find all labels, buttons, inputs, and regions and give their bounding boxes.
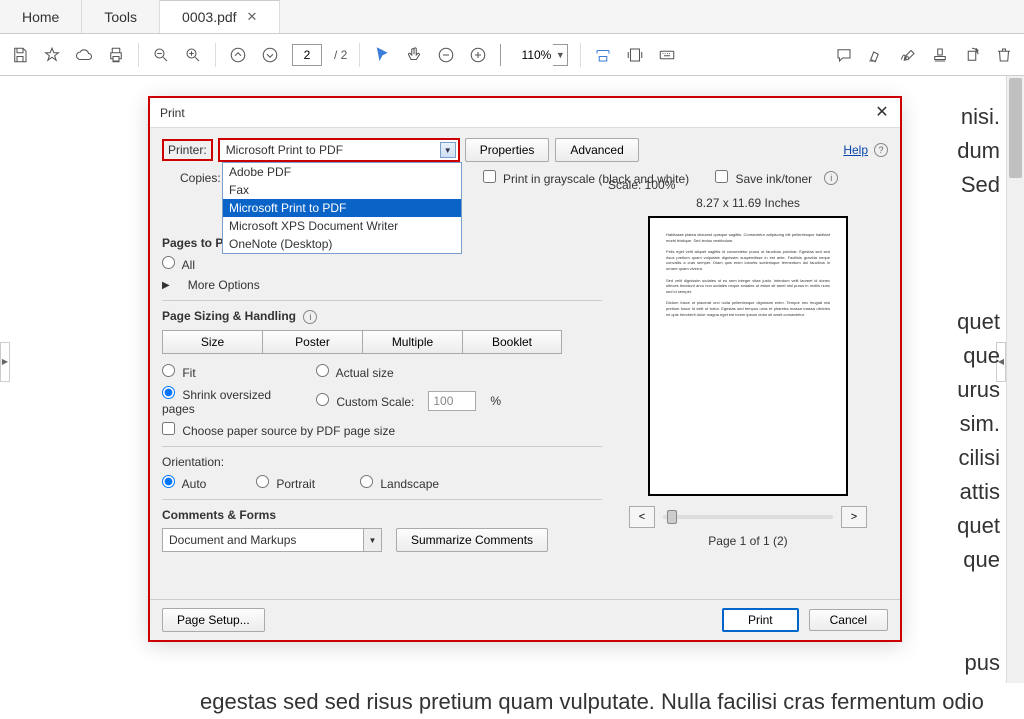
chevron-down-icon[interactable]: ▼ — [553, 50, 567, 60]
separator — [215, 43, 216, 67]
preview-page-counter: Page 1 of 1 (2) — [608, 534, 888, 548]
fit-width-icon[interactable] — [593, 45, 613, 65]
printer-option-xps[interactable]: Microsoft XPS Document Writer — [223, 217, 461, 235]
printer-option-mspdf[interactable]: Microsoft Print to PDF — [223, 199, 461, 217]
size-button[interactable]: Size — [162, 330, 262, 354]
actual-size-radio[interactable]: Actual size — [316, 364, 394, 380]
multiple-button[interactable]: Multiple — [362, 330, 462, 354]
star-icon[interactable] — [42, 45, 62, 65]
hand-icon[interactable] — [404, 45, 424, 65]
dimensions-label: 8.27 x 11.69 Inches — [608, 196, 888, 210]
help-link[interactable]: Help — [843, 143, 868, 157]
left-panel-toggle[interactable]: ▶ — [0, 342, 10, 382]
fit-radio[interactable]: Fit — [162, 364, 302, 380]
delete-icon[interactable] — [994, 45, 1014, 65]
print-icon[interactable] — [106, 45, 126, 65]
printer-dropdown[interactable]: Microsoft Print to PDF ▼ — [219, 139, 459, 161]
printer-dropdown-list: Adobe PDF Fax Microsoft Print to PDF Mic… — [222, 162, 462, 254]
preview-next-button[interactable]: > — [841, 506, 867, 528]
page-sizing-heading: Page Sizing & Handling — [162, 309, 296, 323]
save-icon[interactable] — [10, 45, 30, 65]
close-icon[interactable]: ✕ — [872, 102, 892, 122]
orientation-portrait-radio[interactable]: Portrait — [256, 475, 346, 491]
app-tabs: Home Tools 0003.pdf ✕ — [0, 0, 1024, 34]
tab-home[interactable]: Home — [0, 0, 82, 33]
toolbar: / 2 ▼ — [0, 34, 1024, 76]
printer-option-onenote[interactable]: OneNote (Desktop) — [223, 235, 461, 253]
minus-icon[interactable] — [436, 45, 456, 65]
printer-option-adobe[interactable]: Adobe PDF — [223, 163, 461, 181]
separator — [359, 43, 360, 67]
separator — [580, 43, 581, 67]
page-number-input[interactable] — [292, 44, 322, 66]
custom-scale-radio[interactable]: Custom Scale: — [316, 393, 414, 409]
printer-option-fax[interactable]: Fax — [223, 181, 461, 199]
comments-combo[interactable]: Document and Markups ▼ — [162, 528, 382, 552]
fit-page-icon[interactable] — [625, 45, 645, 65]
zoom-out-icon[interactable] — [151, 45, 171, 65]
dialog-title-text: Print — [160, 106, 185, 120]
cloud-icon[interactable] — [74, 45, 94, 65]
chevron-down-icon[interactable]: ▼ — [440, 142, 456, 158]
info-icon[interactable]: i — [303, 310, 317, 324]
page-up-icon[interactable] — [228, 45, 248, 65]
separator — [138, 43, 139, 67]
scrollbar-thumb[interactable] — [1009, 78, 1022, 178]
more-options-toggle[interactable]: ▶More Options — [162, 278, 602, 292]
keyboard-icon[interactable] — [657, 45, 677, 65]
comments-combo-value: Document and Markups — [169, 533, 296, 547]
page-down-icon[interactable] — [260, 45, 280, 65]
orientation-landscape-radio[interactable]: Landscape — [360, 475, 439, 491]
copies-label: Copies: — [180, 171, 221, 185]
printer-label: Printer: — [162, 139, 213, 161]
orientation-auto-radio[interactable]: Auto — [162, 475, 242, 491]
printer-selected-value: Microsoft Print to PDF — [226, 143, 343, 157]
chevron-down-icon[interactable]: ▼ — [363, 529, 381, 551]
scale-label: Scale: 100% — [608, 178, 888, 192]
booklet-button[interactable]: Booklet — [462, 330, 562, 354]
vertical-scrollbar[interactable] — [1006, 76, 1024, 683]
page-preview: Habitasse platea dictumst quisque sagitt… — [648, 216, 848, 496]
properties-button[interactable]: Properties — [465, 138, 550, 162]
tab-file-label: 0003.pdf — [182, 9, 237, 25]
close-icon[interactable]: ✕ — [247, 9, 258, 25]
page-setup-button[interactable]: Page Setup... — [162, 608, 265, 632]
custom-scale-input[interactable] — [428, 391, 476, 411]
stamp-icon[interactable] — [930, 45, 950, 65]
pointer-icon[interactable] — [372, 45, 392, 65]
zoom-in-icon[interactable] — [183, 45, 203, 65]
slider-thumb[interactable] — [667, 510, 677, 524]
comment-icon[interactable] — [834, 45, 854, 65]
summarize-comments-button[interactable]: Summarize Comments — [396, 528, 548, 552]
zoom-input[interactable] — [501, 44, 553, 66]
rotate-icon[interactable] — [962, 45, 982, 65]
pages-all-radio[interactable]: All — [162, 256, 195, 272]
print-button[interactable]: Print — [722, 608, 799, 632]
cancel-button[interactable]: Cancel — [809, 609, 888, 631]
page-total: / 2 — [334, 48, 347, 62]
advanced-button[interactable]: Advanced — [555, 138, 638, 162]
plus-icon[interactable] — [468, 45, 488, 65]
zoom-combo[interactable]: ▼ — [500, 44, 568, 66]
orientation-label: Orientation: — [162, 455, 224, 469]
sign-icon[interactable] — [898, 45, 918, 65]
tab-tools[interactable]: Tools — [82, 0, 160, 33]
preview-prev-button[interactable]: < — [629, 506, 655, 528]
preview-slider[interactable] — [663, 515, 833, 519]
shrink-radio[interactable]: Shrink oversized pages — [162, 386, 302, 416]
choose-paper-checkbox[interactable]: Choose paper source by PDF page size — [162, 422, 395, 438]
dialog-title: Print ✕ — [150, 98, 900, 128]
print-dialog: Print ✕ Printer: Microsoft Print to PDF … — [148, 96, 902, 642]
help-icon[interactable]: ? — [874, 143, 888, 157]
tab-file[interactable]: 0003.pdf ✕ — [160, 0, 280, 33]
comments-forms-heading: Comments & Forms — [162, 508, 276, 522]
highlight-icon[interactable] — [866, 45, 886, 65]
poster-button[interactable]: Poster — [262, 330, 362, 354]
